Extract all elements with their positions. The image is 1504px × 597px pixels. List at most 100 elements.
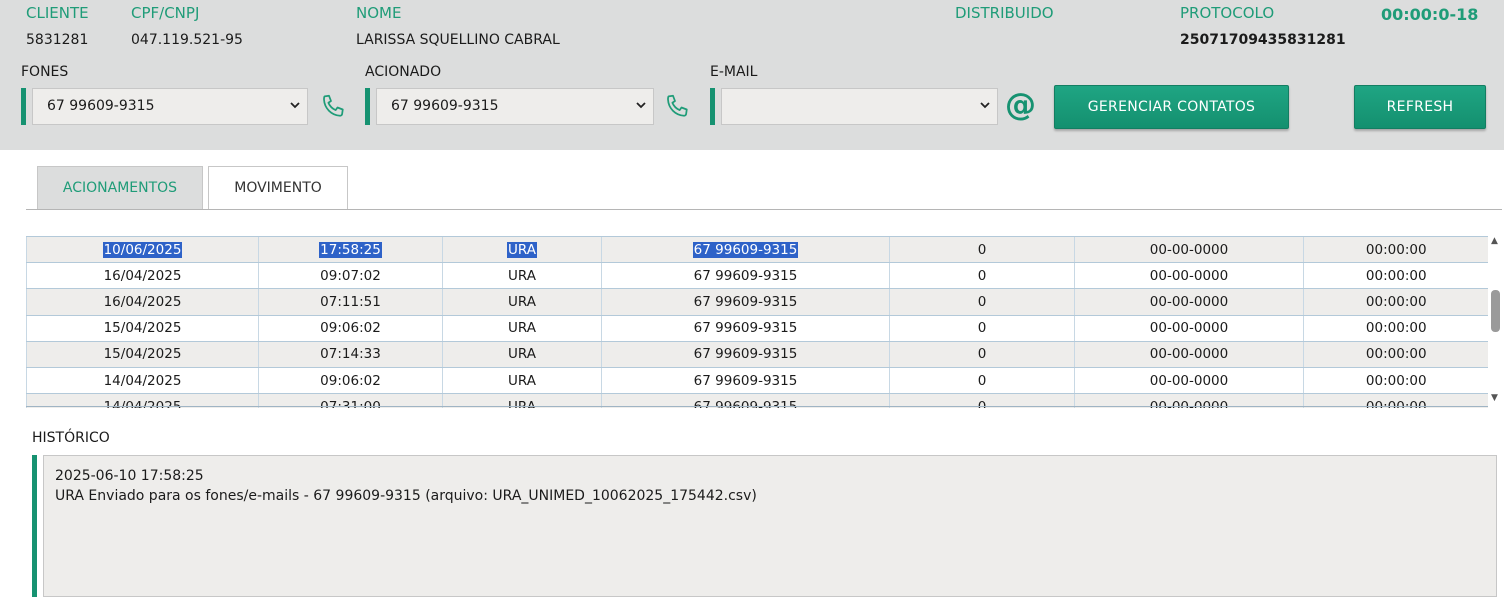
historico-line-2: URA Enviado para os fones/e-mails - 67 9… xyxy=(55,488,757,504)
cell-text: 0 xyxy=(977,267,987,284)
cell-text: 15/04/2025 xyxy=(103,346,182,363)
cell-data2: 00-00-0000 xyxy=(1074,236,1304,264)
fones-label: FONES xyxy=(21,64,69,80)
cell-qtd: 0 xyxy=(889,366,1075,395)
cell-qtd: 0 xyxy=(889,262,1075,290)
acionado-select[interactable]: 67 99609-9315 xyxy=(376,88,654,125)
cell-text: 0 xyxy=(977,320,987,337)
cell-text: 00-00-0000 xyxy=(1149,346,1229,363)
cpf-value: 047.119.521-95 xyxy=(131,32,243,48)
cell-text: 09:06:02 xyxy=(320,372,381,389)
cell-text: 16/04/2025 xyxy=(103,267,182,284)
table-row[interactable]: 14/04/2025 09:06:02 URA 67 99609-9315 0 00-00… xyxy=(26,366,1488,395)
tab-divider xyxy=(26,209,1502,210)
historico-line-1: 2025-06-10 17:58:25 xyxy=(55,468,204,484)
cell-text: URA xyxy=(508,267,536,284)
table-row[interactable]: 10/06/2025 17:58:25 URA 67 99609-9315 0 00-00… xyxy=(26,236,1488,264)
cell-text: 16/04/2025 xyxy=(103,293,182,310)
cell-qtd: 0 xyxy=(889,236,1075,264)
cell-qtd: 0 xyxy=(889,314,1075,342)
historico-accent xyxy=(32,455,37,597)
cell-data2: 00-00-0000 xyxy=(1074,288,1304,316)
cell-data2: 00-00-0000 xyxy=(1074,366,1304,395)
cell-hora: 09:06:02 xyxy=(258,314,443,342)
cell-data2: 00-00-0000 xyxy=(1074,314,1304,342)
cell-text: 14/04/2025 xyxy=(103,372,182,389)
cell-data2: 00-00-0000 xyxy=(1074,262,1304,290)
cell-text: 07:14:33 xyxy=(320,346,381,363)
acionado-accent xyxy=(365,88,370,125)
cell-text: 67 99609-9315 xyxy=(692,241,799,258)
cell-hora: 09:06:02 xyxy=(258,366,443,395)
fones-select[interactable]: 67 99609-9315 xyxy=(32,88,308,125)
historico-label: HISTÓRICO xyxy=(32,430,110,446)
cell-hora: 09:07:02 xyxy=(258,262,443,290)
cell-text: 00-00-0000 xyxy=(1149,241,1229,258)
email-accent xyxy=(710,88,715,125)
acionamentos-table: 10/06/2025 17:58:25 URA 67 99609-9315 0 00-00… xyxy=(26,236,1488,408)
chevron-down-icon xyxy=(636,102,646,109)
cell-text: 00:00:00 xyxy=(1365,320,1427,337)
email-label: E-MAIL xyxy=(710,64,758,80)
phone-icon[interactable] xyxy=(662,92,694,122)
chevron-down-icon xyxy=(980,102,990,109)
cell-fone: 67 99609-9315 xyxy=(601,314,890,342)
cell-hora2: 00:00:00 xyxy=(1303,340,1488,368)
cell-text: 00-00-0000 xyxy=(1149,293,1229,310)
cell-text: URA xyxy=(508,372,536,389)
cell-tipo: URA xyxy=(442,340,602,368)
tab-movimento[interactable]: MOVIMENTO xyxy=(208,166,348,209)
cell-text: 67 99609-9315 xyxy=(693,267,798,284)
cell-fone: 67 99609-9315 xyxy=(601,236,890,264)
cell-text: 17:58:25 xyxy=(319,241,382,258)
cell-data: 14/04/2025 xyxy=(26,366,259,395)
scroll-up-icon[interactable]: ▲ xyxy=(1491,236,1498,246)
cell-data2: 00-00-0000 xyxy=(1074,340,1304,368)
email-select[interactable] xyxy=(721,88,998,125)
historico-textarea[interactable]: 2025-06-10 17:58:25 URA Enviado para os … xyxy=(43,455,1497,597)
cell-tipo: URA xyxy=(442,262,602,290)
cell-text: 00-00-0000 xyxy=(1149,267,1229,284)
cell-tipo: URA xyxy=(442,366,602,395)
distribuido-label: DISTRIBUIDO xyxy=(955,4,1054,22)
cell-hora2: 00:00:00 xyxy=(1303,236,1488,264)
cell-text: URA xyxy=(508,320,536,337)
cell-text: URA xyxy=(507,241,537,258)
cell-text: 00:00:00 xyxy=(1365,293,1427,310)
cell-qtd: 0 xyxy=(889,340,1075,368)
cell-text: 67 99609-9315 xyxy=(693,346,798,363)
client-header: CLIENTE 5831281 CPF/CNPJ 047.119.521-95 … xyxy=(0,0,1504,150)
cell-hora2: 00:00:00 xyxy=(1303,288,1488,316)
table-row[interactable]: 15/04/2025 09:06:02 URA 67 99609-9315 0 00-00… xyxy=(26,314,1488,342)
cell-text: 0 xyxy=(977,346,987,363)
cpf-label: CPF/CNPJ xyxy=(131,4,200,22)
cliente-label: CLIENTE xyxy=(26,4,89,22)
cell-text: 07:11:51 xyxy=(320,293,381,310)
cell-tipo: URA xyxy=(442,288,602,316)
cell-fone: 67 99609-9315 xyxy=(601,288,890,316)
cell-text: 0 xyxy=(977,241,987,258)
cell-text: 0 xyxy=(977,293,987,310)
cell-hora: 17:58:25 xyxy=(258,236,443,264)
cell-hora: 07:11:51 xyxy=(258,288,443,316)
cell-data: 15/04/2025 xyxy=(26,314,259,342)
table-row[interactable]: 16/04/2025 09:07:02 URA 67 99609-9315 0 00-00… xyxy=(26,262,1488,290)
table-row[interactable]: 16/04/2025 07:11:51 URA 67 99609-9315 0 00-00… xyxy=(26,288,1488,316)
gerenciar-contatos-button[interactable]: GERENCIAR CONTATOS xyxy=(1054,85,1289,129)
cell-data: 15/04/2025 xyxy=(26,340,259,368)
scrollbar-thumb[interactable] xyxy=(1491,290,1500,332)
at-sign-icon[interactable]: @ xyxy=(1005,87,1036,123)
cell-text: 00-00-0000 xyxy=(1149,320,1229,337)
cell-text: 09:07:02 xyxy=(320,267,381,284)
tab-acionamentos[interactable]: ACIONAMENTOS xyxy=(37,166,203,209)
acionado-select-value: 67 99609-9315 xyxy=(391,98,499,114)
scroll-down-icon[interactable]: ▼ xyxy=(1491,393,1498,403)
cell-hora2: 00:00:00 xyxy=(1303,366,1488,395)
phone-icon[interactable] xyxy=(318,92,350,122)
refresh-button[interactable]: REFRESH xyxy=(1354,85,1486,129)
call-timer: 00:00:0-18 xyxy=(1381,5,1479,24)
protocolo-value: 25071709435831281 xyxy=(1180,32,1346,48)
cell-text: URA xyxy=(508,293,536,310)
cell-fone: 67 99609-9315 xyxy=(601,262,890,290)
table-row[interactable]: 15/04/2025 07:14:33 URA 67 99609-9315 0 00-00… xyxy=(26,340,1488,368)
